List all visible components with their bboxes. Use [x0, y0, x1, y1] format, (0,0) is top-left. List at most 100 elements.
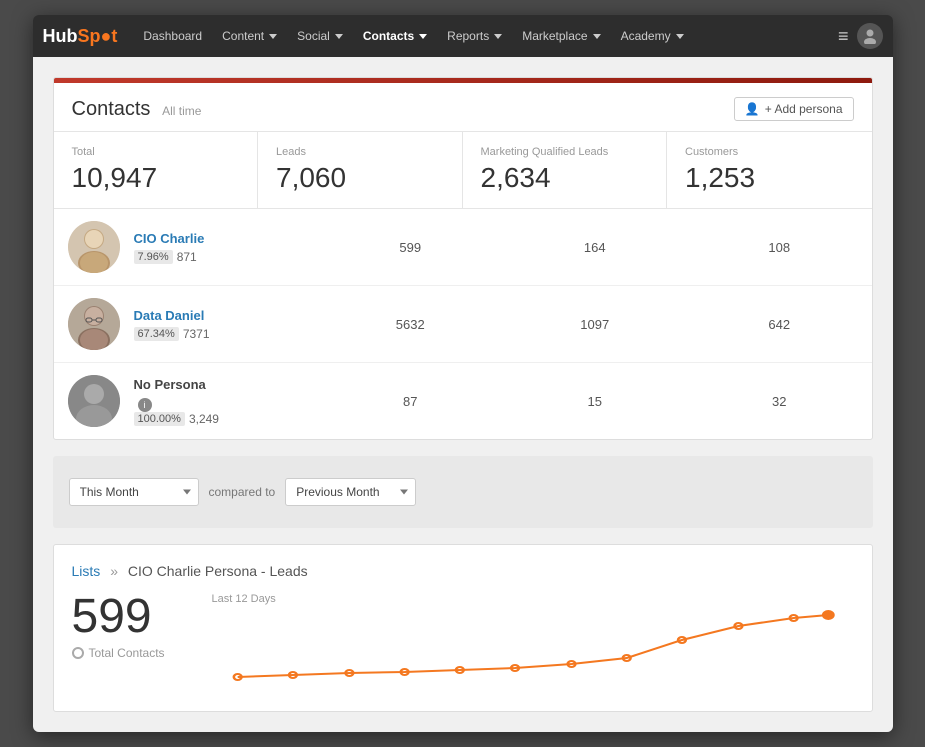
nav-item-dashboard[interactable]: Dashboard: [133, 15, 212, 57]
card-title: Contacts: [72, 98, 151, 120]
bottom-stat-group: 599 Total Contacts: [72, 593, 192, 660]
breadcrumb-parent[interactable]: Lists: [72, 563, 101, 579]
persona-meta-none: 100.00% 3,249: [134, 412, 319, 426]
bottom-card: Lists » CIO Charlie Persona - Leads 599 …: [53, 544, 873, 712]
chevron-down-icon: [494, 34, 502, 39]
persona-leads-daniel: 5632: [318, 317, 503, 332]
persona-avatar-daniel: [54, 298, 134, 350]
bottom-content: 599 Total Contacts Last 12 Days: [72, 593, 854, 693]
persona-name-cio[interactable]: CIO Charlie: [134, 231, 319, 246]
stats-row: Total 10,947 Leads 7,060 Marketing Quali…: [54, 132, 872, 209]
persona-mql-daniel: 1097: [503, 317, 688, 332]
logo-hub: Hub: [43, 26, 78, 46]
chevron-down-icon: [593, 34, 601, 39]
nav-item-academy[interactable]: Academy: [611, 15, 694, 57]
stat-customers: Customers 1,253: [667, 132, 872, 208]
filter-bar: This Month Last Month This Quarter All T…: [53, 456, 873, 528]
stat-mql-value: 2,634: [481, 162, 649, 194]
filter-compared-label: compared to: [209, 485, 276, 499]
persona-pct-daniel: 67.34%: [134, 327, 179, 341]
stat-leads: Leads 7,060: [258, 132, 463, 208]
add-persona-icon: 👤: [745, 102, 760, 116]
browser-window: HubSp●t Dashboard Content Social Contact…: [33, 15, 893, 732]
persona-customers-daniel: 642: [687, 317, 872, 332]
hamburger-icon[interactable]: ≡: [838, 26, 849, 47]
total-contacts-label: Total Contacts: [89, 646, 165, 660]
stat-customers-label: Customers: [685, 146, 854, 158]
chevron-down-icon: [676, 34, 684, 39]
persona-count-cio: 871: [177, 250, 197, 264]
add-persona-button[interactable]: 👤 + Add persona: [734, 97, 854, 121]
chart-point: [233, 674, 241, 680]
chevron-down-icon: [269, 34, 277, 39]
circle-icon: [72, 647, 84, 659]
compare-select[interactable]: Previous Month Previous Quarter Previous…: [285, 478, 416, 506]
nav-item-marketplace[interactable]: Marketplace: [512, 15, 610, 57]
breadcrumb: Lists » CIO Charlie Persona - Leads: [72, 563, 854, 579]
cio-avatar-svg: [68, 221, 120, 273]
persona-count-daniel: 7371: [183, 327, 210, 341]
contacts-card: Contacts All time 👤 + Add persona Total …: [53, 77, 873, 440]
chart-label: Last 12 Days: [212, 593, 854, 605]
stat-mql-label: Marketing Qualified Leads: [481, 146, 649, 158]
compare-select-wrapper: Previous Month Previous Quarter Previous…: [285, 478, 416, 506]
no-persona-avatar-svg: [68, 375, 120, 427]
bottom-stat-label: Total Contacts: [72, 646, 192, 660]
big-number: 599: [72, 593, 192, 641]
chart-line: [237, 615, 828, 677]
card-subtitle: All time: [162, 104, 201, 118]
persona-leads-none: 87: [318, 394, 503, 409]
persona-row-daniel: Data Daniel 67.34% 7371 5632 1097 642: [54, 286, 872, 363]
logo-spot: Sp●t: [78, 26, 118, 46]
persona-info-none: No Persona i 100.00% 3,249: [134, 377, 319, 426]
avatar-daniel: [68, 298, 120, 350]
daniel-avatar-svg: [68, 298, 120, 350]
persona-info-cio: CIO Charlie 7.96% 871: [134, 231, 319, 264]
card-header: Contacts All time 👤 + Add persona: [54, 83, 872, 132]
stat-leads-value: 7,060: [276, 162, 444, 194]
persona-meta-daniel: 67.34% 7371: [134, 327, 319, 341]
persona-meta-cio: 7.96% 871: [134, 250, 319, 264]
breadcrumb-separator: »: [110, 563, 118, 579]
persona-name-none: No Persona: [134, 377, 319, 392]
persona-customers-none: 32: [687, 394, 872, 409]
nav-item-social[interactable]: Social: [287, 15, 353, 57]
nav-item-reports[interactable]: Reports: [437, 15, 512, 57]
main-content: Contacts All time 👤 + Add persona Total …: [33, 57, 893, 732]
filter-row: This Month Last Month This Quarter All T…: [69, 468, 857, 516]
breadcrumb-current: CIO Charlie Persona - Leads: [128, 563, 308, 579]
persona-leads-cio: 599: [318, 240, 503, 255]
persona-avatar-cio: [54, 221, 134, 273]
persona-pct-none: 100.00%: [134, 412, 185, 426]
persona-pct-cio: 7.96%: [134, 250, 173, 264]
chevron-down-icon: [335, 34, 343, 39]
info-icon[interactable]: i: [138, 398, 152, 412]
persona-customers-cio: 108: [687, 240, 872, 255]
user-silhouette-icon: [862, 28, 878, 44]
hubspot-logo: HubSp●t: [43, 26, 118, 47]
persona-row-cio: CIO Charlie 7.96% 871 599 164 108: [54, 209, 872, 286]
nav-item-content[interactable]: Content: [212, 15, 287, 57]
nav-links: Dashboard Content Social Contacts Report…: [133, 15, 838, 57]
avatar-none: [68, 375, 120, 427]
card-title-group: Contacts All time: [72, 98, 202, 121]
user-avatar-icon[interactable]: [857, 23, 883, 49]
chart-area: Last 12 Days: [212, 593, 854, 693]
chevron-down-icon: [419, 34, 427, 39]
persona-mql-cio: 164: [503, 240, 688, 255]
stat-mql: Marketing Qualified Leads 2,634: [463, 132, 668, 208]
stat-total: Total 10,947: [54, 132, 259, 208]
add-persona-label: + Add persona: [765, 102, 843, 116]
persona-info-daniel: Data Daniel 67.34% 7371: [134, 308, 319, 341]
period-select[interactable]: This Month Last Month This Quarter All T…: [69, 478, 199, 506]
line-chart: [212, 610, 854, 690]
nav-item-contacts[interactable]: Contacts: [353, 15, 437, 57]
avatar-cio: [68, 221, 120, 273]
nav-right: ≡: [838, 23, 883, 49]
period-select-wrapper: This Month Last Month This Quarter All T…: [69, 478, 199, 506]
chart-point-last: [823, 611, 833, 619]
nav-bar: HubSp●t Dashboard Content Social Contact…: [33, 15, 893, 57]
persona-mql-none: 15: [503, 394, 688, 409]
persona-avatar-none: [54, 375, 134, 427]
persona-name-daniel[interactable]: Data Daniel: [134, 308, 319, 323]
